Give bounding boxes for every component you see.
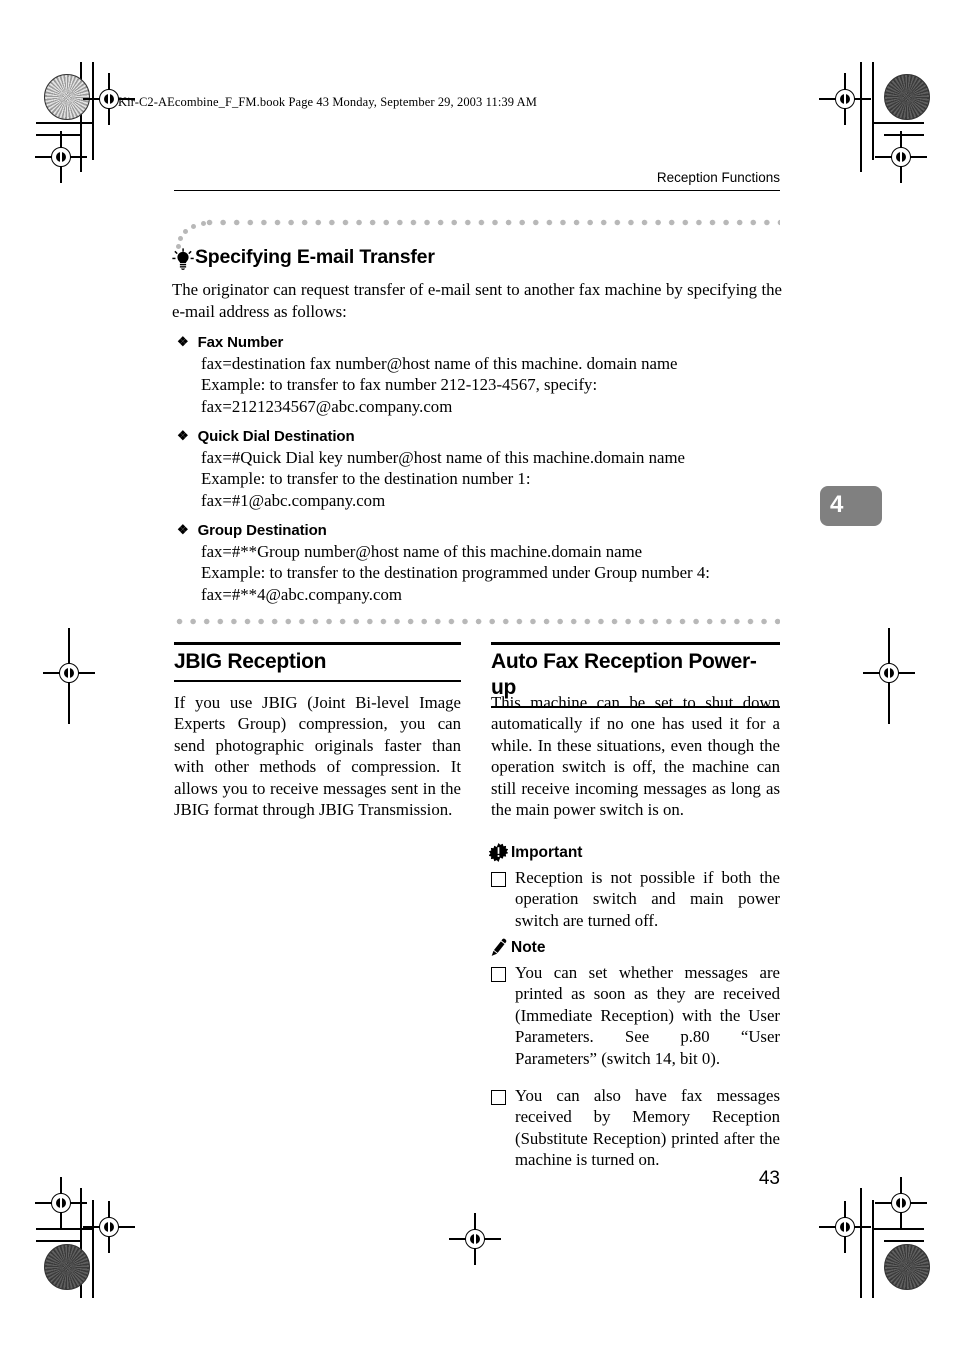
section-body-auto-fax-power-up: This machine can be set to shut down aut… — [491, 693, 780, 820]
definition-body: fax=destination fax number@host name of … — [201, 353, 777, 417]
square-bullet-icon — [491, 967, 506, 982]
definition-block-group-destination: ❖ Group Destination fax=#**Group number@… — [177, 522, 797, 605]
diamond-bullet-icon: ❖ — [177, 522, 189, 537]
definition-line: fax=2121234567@abc.company.com — [201, 396, 453, 416]
important-list-item: Reception is not possible if both the op… — [491, 867, 780, 931]
section-heading-jbig-reception: JBIG Reception — [174, 642, 461, 682]
important-item-text: Reception is not possible if both the op… — [515, 868, 780, 930]
definition-body: fax=#**Group number@host name of this ma… — [201, 541, 797, 605]
definition-line: Example: to transfer to fax number 212-1… — [201, 375, 598, 395]
note-heading: Note — [489, 938, 545, 957]
chapter-tab-marker: 4 — [820, 486, 882, 526]
diamond-bullet-icon: ❖ — [177, 428, 189, 443]
definition-heading-text: Group Destination — [197, 522, 327, 539]
definition-line: fax=#**Group number@host name of this ma… — [201, 542, 643, 561]
page-number: 43 — [758, 1168, 780, 1189]
dotted-divider-top — [206, 219, 780, 226]
chapter-tab-number: 4 — [830, 491, 844, 518]
section-body-jbig-reception: If you use JBIG (Joint Bi-level Image Ex… — [174, 693, 461, 820]
running-header: Reception Functions — [174, 170, 780, 191]
lightbulb-icon — [172, 247, 194, 270]
print-file-info-line: Kir-C2-AEcombine_F_FM.book Page 43 Monda… — [118, 95, 537, 109]
definition-block-quick-dial: ❖ Quick Dial Destination fax=#Quick Dial… — [177, 428, 777, 511]
definition-line: fax=#1@abc.company.com — [201, 490, 386, 510]
square-bullet-icon — [491, 1090, 506, 1105]
definition-line: fax=#**4@abc.company.com — [201, 584, 402, 604]
definition-heading-row: ❖ Group Destination — [177, 522, 797, 539]
definition-line: fax=destination fax number@host name of … — [201, 354, 678, 373]
definition-line: Example: to transfer to the destination … — [201, 469, 531, 489]
dotted-divider-curve — [175, 221, 215, 249]
definition-line: Example: to transfer to the destination … — [201, 563, 710, 583]
important-heading: Important — [488, 843, 583, 862]
definition-heading-text: Fax Number — [197, 334, 284, 351]
note-label: Note — [511, 938, 546, 956]
note-list-item: You can also have fax messages received … — [491, 1085, 780, 1171]
pencil-note-icon — [489, 938, 508, 957]
dotted-divider-bottom — [176, 618, 780, 625]
tip-section-title: Specifying E-mail Transfer — [195, 246, 435, 268]
definition-block-fax-number: ❖ Fax Number fax=destination fax number@… — [177, 334, 777, 417]
definition-heading-text: Quick Dial Destination — [197, 428, 355, 445]
definition-body: fax=#Quick Dial key number@host name of … — [201, 447, 777, 511]
tip-section-heading: Specifying E-mail Transfer — [172, 246, 435, 270]
definition-line: fax=#Quick Dial key number@host name of … — [201, 448, 685, 467]
definition-heading-row: ❖ Fax Number — [177, 334, 777, 351]
note-item-text: You can set whether messages are printed… — [515, 963, 780, 1068]
note-item-text: You can also have fax messages received … — [515, 1086, 780, 1170]
important-label: Important — [511, 843, 583, 861]
square-bullet-icon — [491, 872, 506, 887]
document-page: Kir-C2-AEcombine_F_FM.book Page 43 Monda… — [0, 0, 954, 1348]
diamond-bullet-icon: ❖ — [177, 334, 189, 349]
note-list-item: You can set whether messages are printed… — [491, 962, 780, 1069]
important-starburst-icon — [488, 843, 509, 862]
definition-heading-row: ❖ Quick Dial Destination — [177, 428, 777, 445]
tip-intro-paragraph: The originator can request transfer of e… — [172, 280, 782, 321]
